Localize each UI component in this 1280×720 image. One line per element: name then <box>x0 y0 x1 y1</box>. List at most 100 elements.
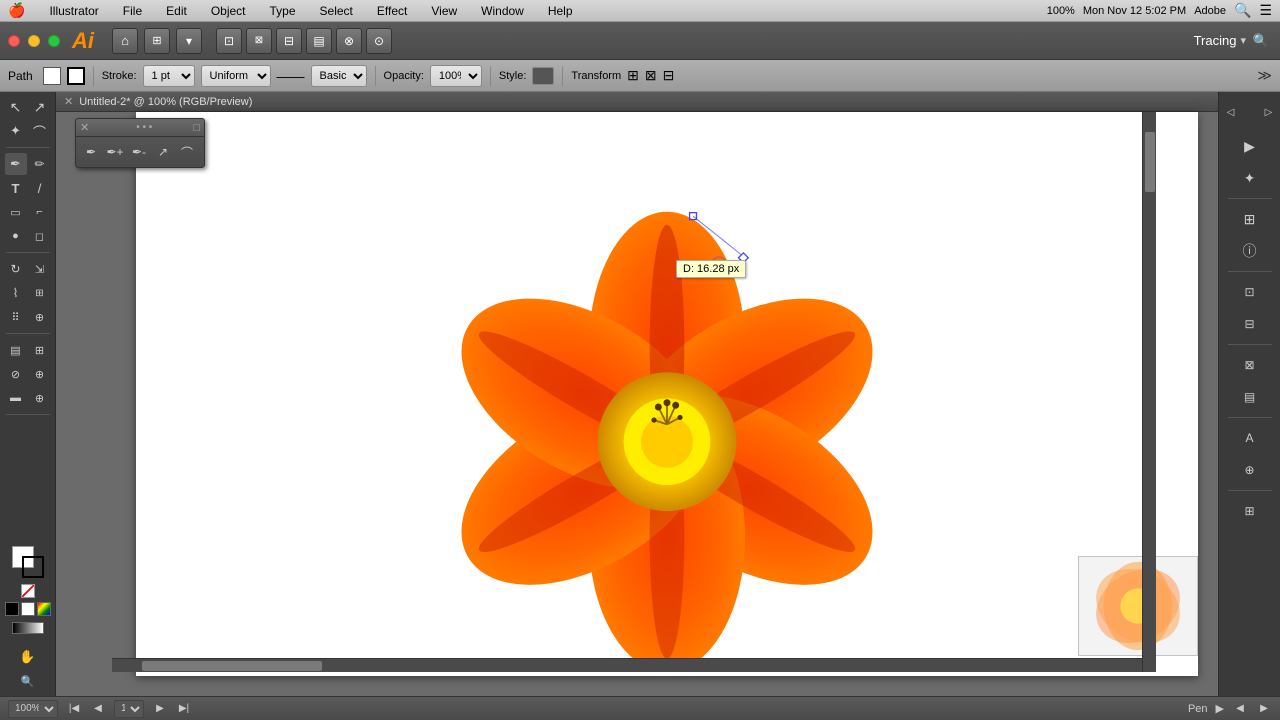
nav-first-btn[interactable]: |◀ <box>66 701 82 717</box>
browser-btn[interactable]: ⊙ <box>366 28 392 54</box>
eraser-btn[interactable]: ◻ <box>29 225 51 247</box>
nav-next-btn[interactable]: ▶ <box>152 701 168 717</box>
line-tool-btn[interactable]: / <box>29 177 51 199</box>
home-btn[interactable]: ⌂ <box>112 28 138 54</box>
horizontal-scrollbar[interactable] <box>112 658 1142 672</box>
zoom-btn[interactable]: ⊕ <box>29 387 51 409</box>
convert-anchor-btn[interactable]: ↗ <box>152 141 174 163</box>
small-panel-maximize[interactable]: □ <box>193 122 200 134</box>
path-icon-2[interactable]: ⊠ <box>645 67 657 84</box>
panel-gradient-btn[interactable]: ▤ <box>1232 383 1268 411</box>
menu-item-help[interactable]: Help <box>544 4 577 18</box>
direct-selection-tool-btn[interactable]: ↗ <box>29 96 51 118</box>
panel-align-btn[interactable]: ⊞ <box>1232 497 1268 525</box>
tab-close-btn[interactable]: ✕ <box>64 95 73 108</box>
opacity-select[interactable]: 100% <box>430 65 482 87</box>
type-tool-btn[interactable]: T <box>5 177 27 199</box>
window-close[interactable] <box>8 35 20 47</box>
dash-style-select[interactable]: Basic <box>311 65 367 87</box>
hand-tool-btn[interactable]: ✋ <box>17 646 39 668</box>
pen-variant-btn[interactable]: ✒ <box>80 141 102 163</box>
warp-btn[interactable]: ⌇ <box>5 282 27 304</box>
arrange-dropdown[interactable]: ▾ <box>176 28 202 54</box>
menu-item-edit[interactable]: Edit <box>162 4 191 18</box>
paintbrush-btn[interactable]: ⌐ <box>29 201 51 223</box>
rotate-btn[interactable]: ↻ <box>5 258 27 280</box>
menu-item-view[interactable]: View <box>427 4 461 18</box>
gradient-btn[interactable]: ▤ <box>5 339 27 361</box>
rectangle-btn[interactable]: ▭ <box>5 201 27 223</box>
panel-star-btn[interactable]: ✦ <box>1232 164 1268 192</box>
panel-image-btn[interactable]: ⊟ <box>1232 310 1268 338</box>
pencil-btn[interactable]: ✏ <box>29 153 51 175</box>
nav-last-btn[interactable]: ▶| <box>176 701 192 717</box>
tracing-dropdown-btn[interactable]: ▾ <box>1240 34 1246 47</box>
link-btn[interactable]: ⊠ <box>246 28 272 54</box>
panel-char-btn[interactable]: A <box>1232 424 1268 452</box>
arrange-btn[interactable]: ⊞ <box>144 28 170 54</box>
zoom-tool-btn[interactable]: 🔍 <box>17 670 39 692</box>
panel-arrange-btn[interactable]: ⊠ <box>1232 351 1268 379</box>
delete-anchor-btn[interactable]: ✒- <box>128 141 150 163</box>
stroke-swatch[interactable] <box>67 67 85 85</box>
share-btn[interactable]: ⊗ <box>336 28 362 54</box>
path-icon-3[interactable]: ⊟ <box>663 67 675 84</box>
menu-item-illustrator[interactable]: Illustrator <box>45 4 102 18</box>
menu-item-effect[interactable]: Effect <box>373 4 411 18</box>
curvature-btn[interactable]: ⌒ <box>176 141 198 163</box>
menu-item-type[interactable]: Type <box>266 4 300 18</box>
menu-item-window[interactable]: Window <box>477 4 528 18</box>
panel-right-arrow[interactable]: ▷ <box>1251 98 1280 126</box>
magic-wand-btn[interactable]: ✦ <box>5 120 27 142</box>
mesh-btn[interactable]: ⊞ <box>29 339 51 361</box>
status-play-btn[interactable]: ▶ <box>1216 702 1224 715</box>
ruler-btn[interactable]: ▬ <box>5 387 27 409</box>
blend-btn[interactable]: ⊕ <box>29 363 51 385</box>
menu-item-file[interactable]: File <box>119 4 146 18</box>
scale-btn[interactable]: ⇲ <box>29 258 51 280</box>
vertical-scrollbar[interactable] <box>1142 112 1156 672</box>
vertical-scroll-thumb[interactable] <box>1145 132 1155 192</box>
window-minimize[interactable] <box>28 35 40 47</box>
artboard-select[interactable]: 1 <box>114 700 144 718</box>
small-panel-close[interactable]: ✕ <box>80 121 89 134</box>
pen-tool-btn[interactable]: ✒ <box>5 153 27 175</box>
panel-stroke-btn[interactable]: ⊕ <box>1232 456 1268 484</box>
status-arrow-left-btn[interactable]: ◀ <box>1232 701 1248 717</box>
black-swatch[interactable] <box>5 602 19 616</box>
panel-transform-btn[interactable]: ⊡ <box>1232 278 1268 306</box>
menu-item-select[interactable]: Select <box>316 4 357 18</box>
panel-play-btn[interactable]: ▶ <box>1232 132 1268 160</box>
fill-swatch[interactable] <box>43 67 61 85</box>
transform-btn-path[interactable]: Transform <box>571 70 621 82</box>
window-maximize[interactable] <box>48 35 60 47</box>
selection-tool-btn[interactable]: ↖ <box>5 96 27 118</box>
menu-item-object[interactable]: Object <box>207 4 250 18</box>
panel-collapse-btn[interactable]: ≫ <box>1257 67 1272 84</box>
stroke-width-select[interactable]: 1 pt <box>143 65 195 87</box>
none-icon[interactable] <box>21 584 35 598</box>
stroke-color-swatch[interactable] <box>22 556 44 578</box>
graph-btn[interactable]: ⠿ <box>5 306 27 328</box>
path-icon-1[interactable]: ⊞ <box>627 67 639 84</box>
eyedropper-btn[interactable]: ⊘ <box>5 363 27 385</box>
canvas-area[interactable]: ✕ Untitled-2* @ 100% (RGB/Preview) <box>56 92 1218 696</box>
gradient-swatch[interactable] <box>12 622 44 634</box>
panel-info-btn[interactable]: ⓘ <box>1232 237 1268 265</box>
zoom-select[interactable]: 100% <box>8 700 58 718</box>
lasso-btn[interactable]: ⌒ <box>29 120 51 142</box>
search-toolbar-btn[interactable]: 🔍 <box>1250 30 1272 52</box>
transform-btn[interactable]: ⊡ <box>216 28 242 54</box>
canvas-background[interactable] <box>136 112 1198 676</box>
blob-brush-btn[interactable]: ● <box>5 225 27 247</box>
white-swatch[interactable] <box>21 602 35 616</box>
symbol-btn[interactable]: ⊕ <box>29 306 51 328</box>
apple-menu[interactable]: 🍎 <box>8 2 25 19</box>
color-swatch[interactable] <box>37 602 51 616</box>
search-icon[interactable]: 🔍 <box>1234 2 1251 19</box>
add-anchor-btn[interactable]: ✒+ <box>104 141 126 163</box>
menu-icon[interactable]: ☰ <box>1259 2 1272 19</box>
device-btn[interactable]: ▤ <box>306 28 332 54</box>
nav-prev-btn[interactable]: ◀ <box>90 701 106 717</box>
free-transform-btn[interactable]: ⊞ <box>29 282 51 304</box>
